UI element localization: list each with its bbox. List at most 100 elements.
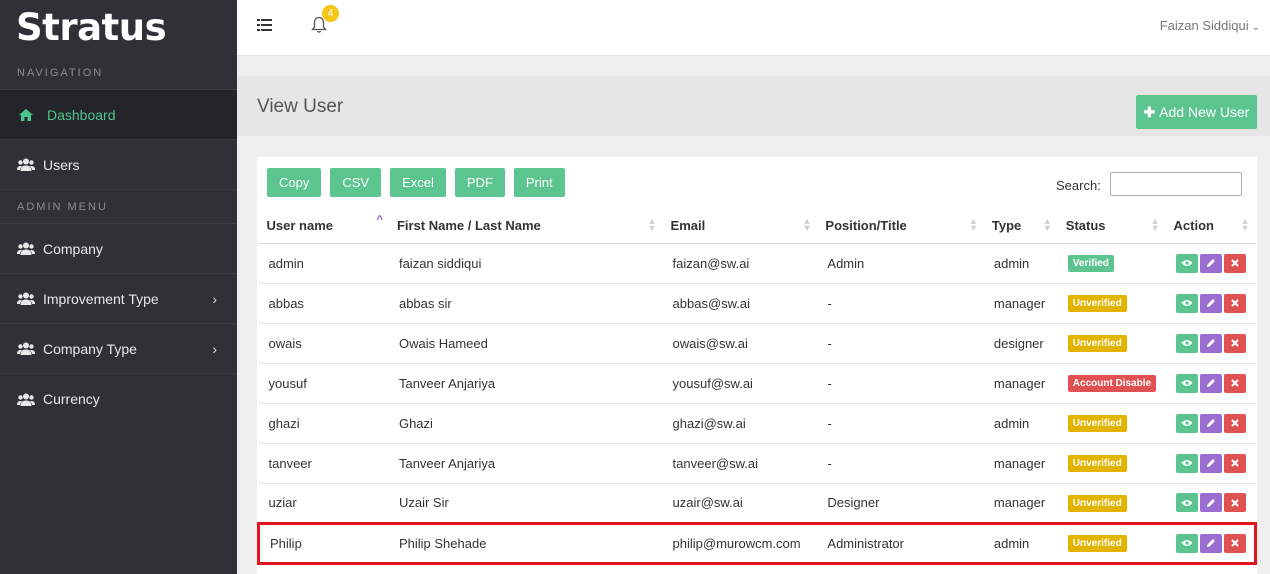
status-badge: Unverified	[1067, 295, 1127, 312]
column-header-type[interactable]: Type ▲ ▼	[983, 209, 1058, 244]
edit-button[interactable]	[1199, 373, 1222, 393]
view-button[interactable]	[1175, 373, 1198, 393]
cell-email: faizan@sw.ai	[662, 243, 818, 284]
table-row: tanveer Tanveer Anjariya tanveer@sw.ai - man…	[258, 443, 1256, 484]
sidebar-item-improvement-type[interactable]: Improvement Type ›	[0, 274, 237, 324]
cell-position: -	[817, 403, 984, 444]
users-table: User name ^ First Name / Last Name ▲ ▼ Emai…	[256, 209, 1257, 565]
cell-action	[1165, 243, 1256, 284]
column-header-email[interactable]: Email ▲ ▼	[662, 209, 818, 244]
sidebar-item-users[interactable]: Users	[0, 140, 237, 190]
eye-icon	[1181, 499, 1193, 506]
column-label: Email	[670, 218, 706, 234]
view-button[interactable]	[1175, 533, 1198, 553]
column-header-position[interactable]: Position/Title ▲ ▼	[817, 209, 984, 244]
user-menu[interactable]: Faizan Siddiqui ⌄	[1160, 18, 1260, 33]
column-header-username[interactable]: User name ^	[258, 209, 389, 244]
edit-button[interactable]	[1199, 333, 1222, 353]
sidebar-item-company-type[interactable]: Company Type ›	[0, 324, 237, 374]
close-icon	[1230, 339, 1239, 347]
cell-type: manager	[983, 483, 1058, 524]
copy-button[interactable]: Copy	[267, 168, 322, 197]
table-row: admin faizan siddiqui faizan@sw.ai Admin adm…	[258, 243, 1256, 284]
row-actions	[1175, 253, 1246, 273]
edit-button[interactable]	[1199, 453, 1222, 473]
column-label: Type	[991, 218, 1022, 234]
delete-button[interactable]	[1223, 533, 1246, 553]
menu-toggle-icon[interactable]	[257, 18, 273, 32]
delete-button[interactable]	[1223, 373, 1246, 393]
sidebar-item-label: Dashboard	[47, 106, 116, 123]
add-new-user-button[interactable]: ✚ Add New User	[1136, 95, 1257, 129]
users-icon	[17, 392, 35, 406]
notification-badge: 4	[322, 5, 339, 22]
column-header-name[interactable]: First Name / Last Name ▲ ▼	[388, 209, 663, 244]
view-button[interactable]	[1175, 453, 1198, 473]
cell-action	[1165, 363, 1256, 404]
edit-button[interactable]	[1199, 533, 1222, 553]
close-icon	[1230, 539, 1239, 547]
cell-username: abbas	[258, 283, 389, 324]
print-button[interactable]: Print	[513, 168, 565, 197]
pencil-icon	[1206, 259, 1215, 267]
edit-button[interactable]	[1199, 293, 1222, 313]
row-actions	[1175, 293, 1246, 313]
cell-email: owais@sw.ai	[662, 323, 818, 364]
status-badge: Verified	[1067, 255, 1114, 272]
cell-status: Unverified	[1057, 283, 1166, 324]
pencil-icon	[1206, 379, 1215, 387]
cell-type: designer	[983, 323, 1058, 364]
column-header-status[interactable]: Status ▲ ▼	[1057, 209, 1166, 244]
delete-button[interactable]	[1223, 413, 1246, 433]
delete-button[interactable]	[1223, 253, 1246, 273]
chevron-down-icon: ⌄	[1251, 22, 1260, 33]
view-button[interactable]	[1175, 493, 1198, 512]
pencil-icon	[1206, 419, 1215, 427]
cell-name: Tanveer Anjariya	[388, 443, 663, 484]
row-actions	[1175, 453, 1246, 473]
status-badge: Unverified	[1067, 494, 1127, 512]
sidebar-item-label: Improvement Type	[43, 290, 159, 307]
close-icon	[1230, 379, 1239, 387]
delete-button[interactable]	[1223, 493, 1246, 512]
sidebar-item-dashboard[interactable]: Dashboard	[0, 90, 237, 140]
table-row: ghazi Ghazi ghazi@sw.ai - admin Unverified	[258, 403, 1256, 444]
table-row: Philip Philip Shehade philip@murowcm.com Ad…	[256, 521, 1257, 565]
excel-button[interactable]: Excel	[390, 168, 446, 197]
delete-button[interactable]	[1223, 333, 1246, 353]
search-input[interactable]	[1110, 172, 1242, 196]
eye-icon	[1181, 260, 1193, 266]
users-icon	[17, 342, 35, 356]
cell-action	[1165, 283, 1256, 324]
sidebar-item-company[interactable]: Company	[0, 224, 237, 274]
csv-button[interactable]: CSV	[330, 168, 382, 197]
status-badge: Unverified	[1067, 535, 1127, 552]
cell-name: Philip Shehade	[388, 521, 663, 565]
export-toolbar: Copy CSV Excel PDF Print	[267, 168, 565, 197]
view-button[interactable]	[1175, 253, 1198, 273]
cell-type: admin	[983, 403, 1058, 444]
cell-position: -	[817, 323, 984, 364]
users-table-panel: Copy CSV Excel PDF Print Search: User na…	[256, 157, 1257, 574]
view-button[interactable]	[1175, 413, 1198, 433]
row-actions	[1175, 373, 1246, 393]
cell-username: ghazi	[258, 403, 389, 444]
column-label: User name	[266, 218, 333, 234]
sidebar-item-currency[interactable]: Currency	[0, 374, 237, 424]
view-button[interactable]	[1175, 293, 1198, 313]
column-header-action[interactable]: Action ▲ ▼	[1165, 209, 1256, 244]
delete-button[interactable]	[1223, 293, 1246, 313]
brand-logo[interactable]: Stratus	[0, 0, 237, 56]
edit-button[interactable]	[1199, 413, 1222, 433]
status-badge: Unverified	[1067, 455, 1127, 472]
pdf-button[interactable]: PDF	[454, 168, 505, 197]
close-icon	[1230, 419, 1239, 427]
row-actions	[1175, 333, 1246, 353]
sort-icon: ▲ ▼	[647, 216, 657, 233]
cell-position: Designer	[817, 483, 984, 524]
edit-button[interactable]	[1199, 253, 1222, 273]
edit-button[interactable]	[1199, 493, 1222, 512]
delete-button[interactable]	[1223, 453, 1246, 473]
view-button[interactable]	[1175, 333, 1198, 353]
column-label: First Name / Last Name	[396, 218, 541, 234]
